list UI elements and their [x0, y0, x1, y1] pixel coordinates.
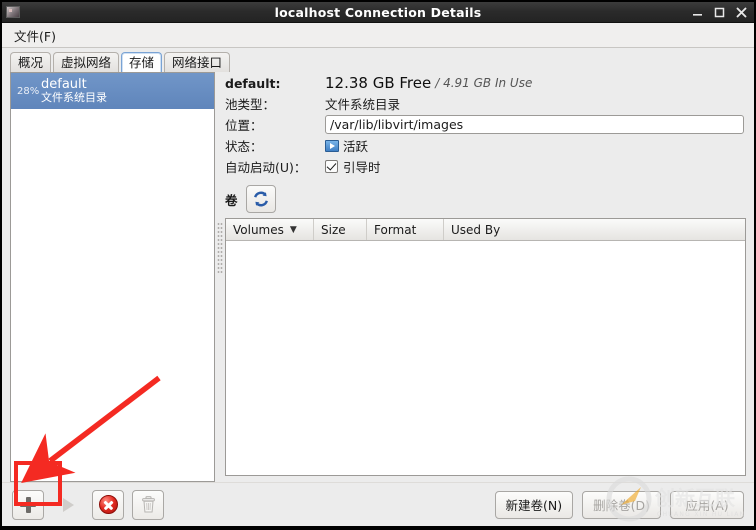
connection-details-window: localhost Connection Details 文件(F) 概况 虚拟… — [0, 0, 756, 528]
list-item[interactable]: 28% default 文件系统目录 — [11, 73, 214, 109]
delete-pool-button[interactable] — [132, 489, 164, 520]
pool-type: 文件系统目录 — [41, 91, 107, 105]
pool-details-title: default: — [225, 75, 281, 91]
volumes-table-body[interactable] — [226, 241, 745, 475]
active-state-icon — [325, 139, 339, 152]
volumes-title: 卷 — [225, 192, 238, 208]
capacity-free: 12.38 GB Free — [325, 74, 432, 92]
window-controls — [692, 2, 747, 22]
tab-virtual-networks[interactable]: 虚拟网络 — [53, 52, 120, 73]
location-label: 位置： — [225, 118, 263, 133]
close-icon[interactable] — [736, 6, 747, 18]
play-icon — [62, 497, 74, 512]
delete-volume-button: 删除卷(D) — [582, 490, 661, 519]
column-header-volumes[interactable]: Volumes ▼ — [226, 219, 314, 240]
column-label: Volumes — [233, 222, 284, 237]
bottom-toolbar: 新建卷(N) 删除卷(D) 应用(A) — [2, 482, 754, 526]
location-field-wrap — [325, 115, 744, 134]
tab-overview[interactable]: 概况 — [10, 52, 52, 73]
pool-type-label: 池类型： — [225, 97, 276, 112]
tab-strip: 概况 虚拟网络 存储 网络接口 — [2, 48, 754, 74]
apply-button: 应用(A) — [670, 490, 744, 519]
volumes-table-header: Volumes ▼ Size Format Used By — [226, 219, 745, 241]
window-title: localhost Connection Details — [274, 4, 482, 20]
storage-pool-list[interactable]: 28% default 文件系统目录 — [10, 72, 215, 482]
stop-pool-button[interactable] — [92, 489, 124, 520]
menu-item-file[interactable]: 文件(F) — [9, 24, 61, 47]
state-value-wrap: 活跃 — [325, 136, 744, 155]
volumes-header: 卷 — [225, 185, 746, 213]
tab-network-interfaces[interactable]: 网络接口 — [164, 52, 231, 73]
menu-bar: 文件(F) — [2, 23, 754, 48]
action-buttons: 新建卷(N) 删除卷(D) 应用(A) — [494, 490, 744, 519]
new-volume-button[interactable]: 新建卷(N) — [494, 490, 574, 519]
panel-splitter[interactable] — [215, 72, 225, 482]
title-bar: localhost Connection Details — [2, 2, 754, 23]
column-header-used-by[interactable]: Used By — [444, 219, 745, 240]
start-pool-button[interactable] — [52, 490, 84, 520]
state-value: 活跃 — [343, 139, 369, 154]
minimize-icon[interactable] — [692, 6, 703, 18]
tab-storage[interactable]: 存储 — [121, 52, 163, 74]
pool-type-value: 文件系统目录 — [325, 97, 401, 112]
pool-details-panel: default: 12.38 GB Free / 4.91 GB In Use … — [225, 72, 746, 482]
column-header-format[interactable]: Format — [367, 219, 444, 240]
column-header-size[interactable]: Size — [314, 219, 367, 240]
refresh-icon — [253, 191, 268, 207]
volumes-table[interactable]: Volumes ▼ Size Format Used By — [225, 218, 746, 476]
state-label: 状态： — [225, 139, 263, 154]
refresh-volumes-button[interactable] — [245, 185, 276, 213]
stop-icon — [98, 495, 118, 514]
maximize-icon[interactable] — [714, 6, 725, 18]
storage-tab-content: 28% default 文件系统目录 default: 12.38 GB Fre… — [2, 72, 754, 482]
plus-icon — [20, 496, 36, 513]
pool-details-form: default: 12.38 GB Free / 4.91 GB In Use … — [225, 74, 746, 176]
pool-capacity: 12.38 GB Free / 4.91 GB In Use — [325, 74, 744, 92]
chevron-down-icon: ▼ — [289, 224, 297, 235]
autostart-value: 引导时 — [343, 160, 381, 175]
trash-icon — [141, 496, 156, 513]
pool-usage-percent: 28% — [17, 85, 40, 97]
autostart-checkbox[interactable] — [325, 160, 338, 173]
capacity-used: / 4.91 GB In Use — [435, 76, 533, 90]
autostart-label: 自动启动(U)： — [225, 160, 307, 175]
autostart-wrap[interactable]: 引导时 — [325, 157, 744, 176]
add-storage-pool-button[interactable] — [12, 489, 44, 520]
splitter-handle[interactable] — [217, 222, 223, 274]
location-input[interactable] — [325, 115, 744, 134]
pool-name: default — [41, 76, 87, 92]
